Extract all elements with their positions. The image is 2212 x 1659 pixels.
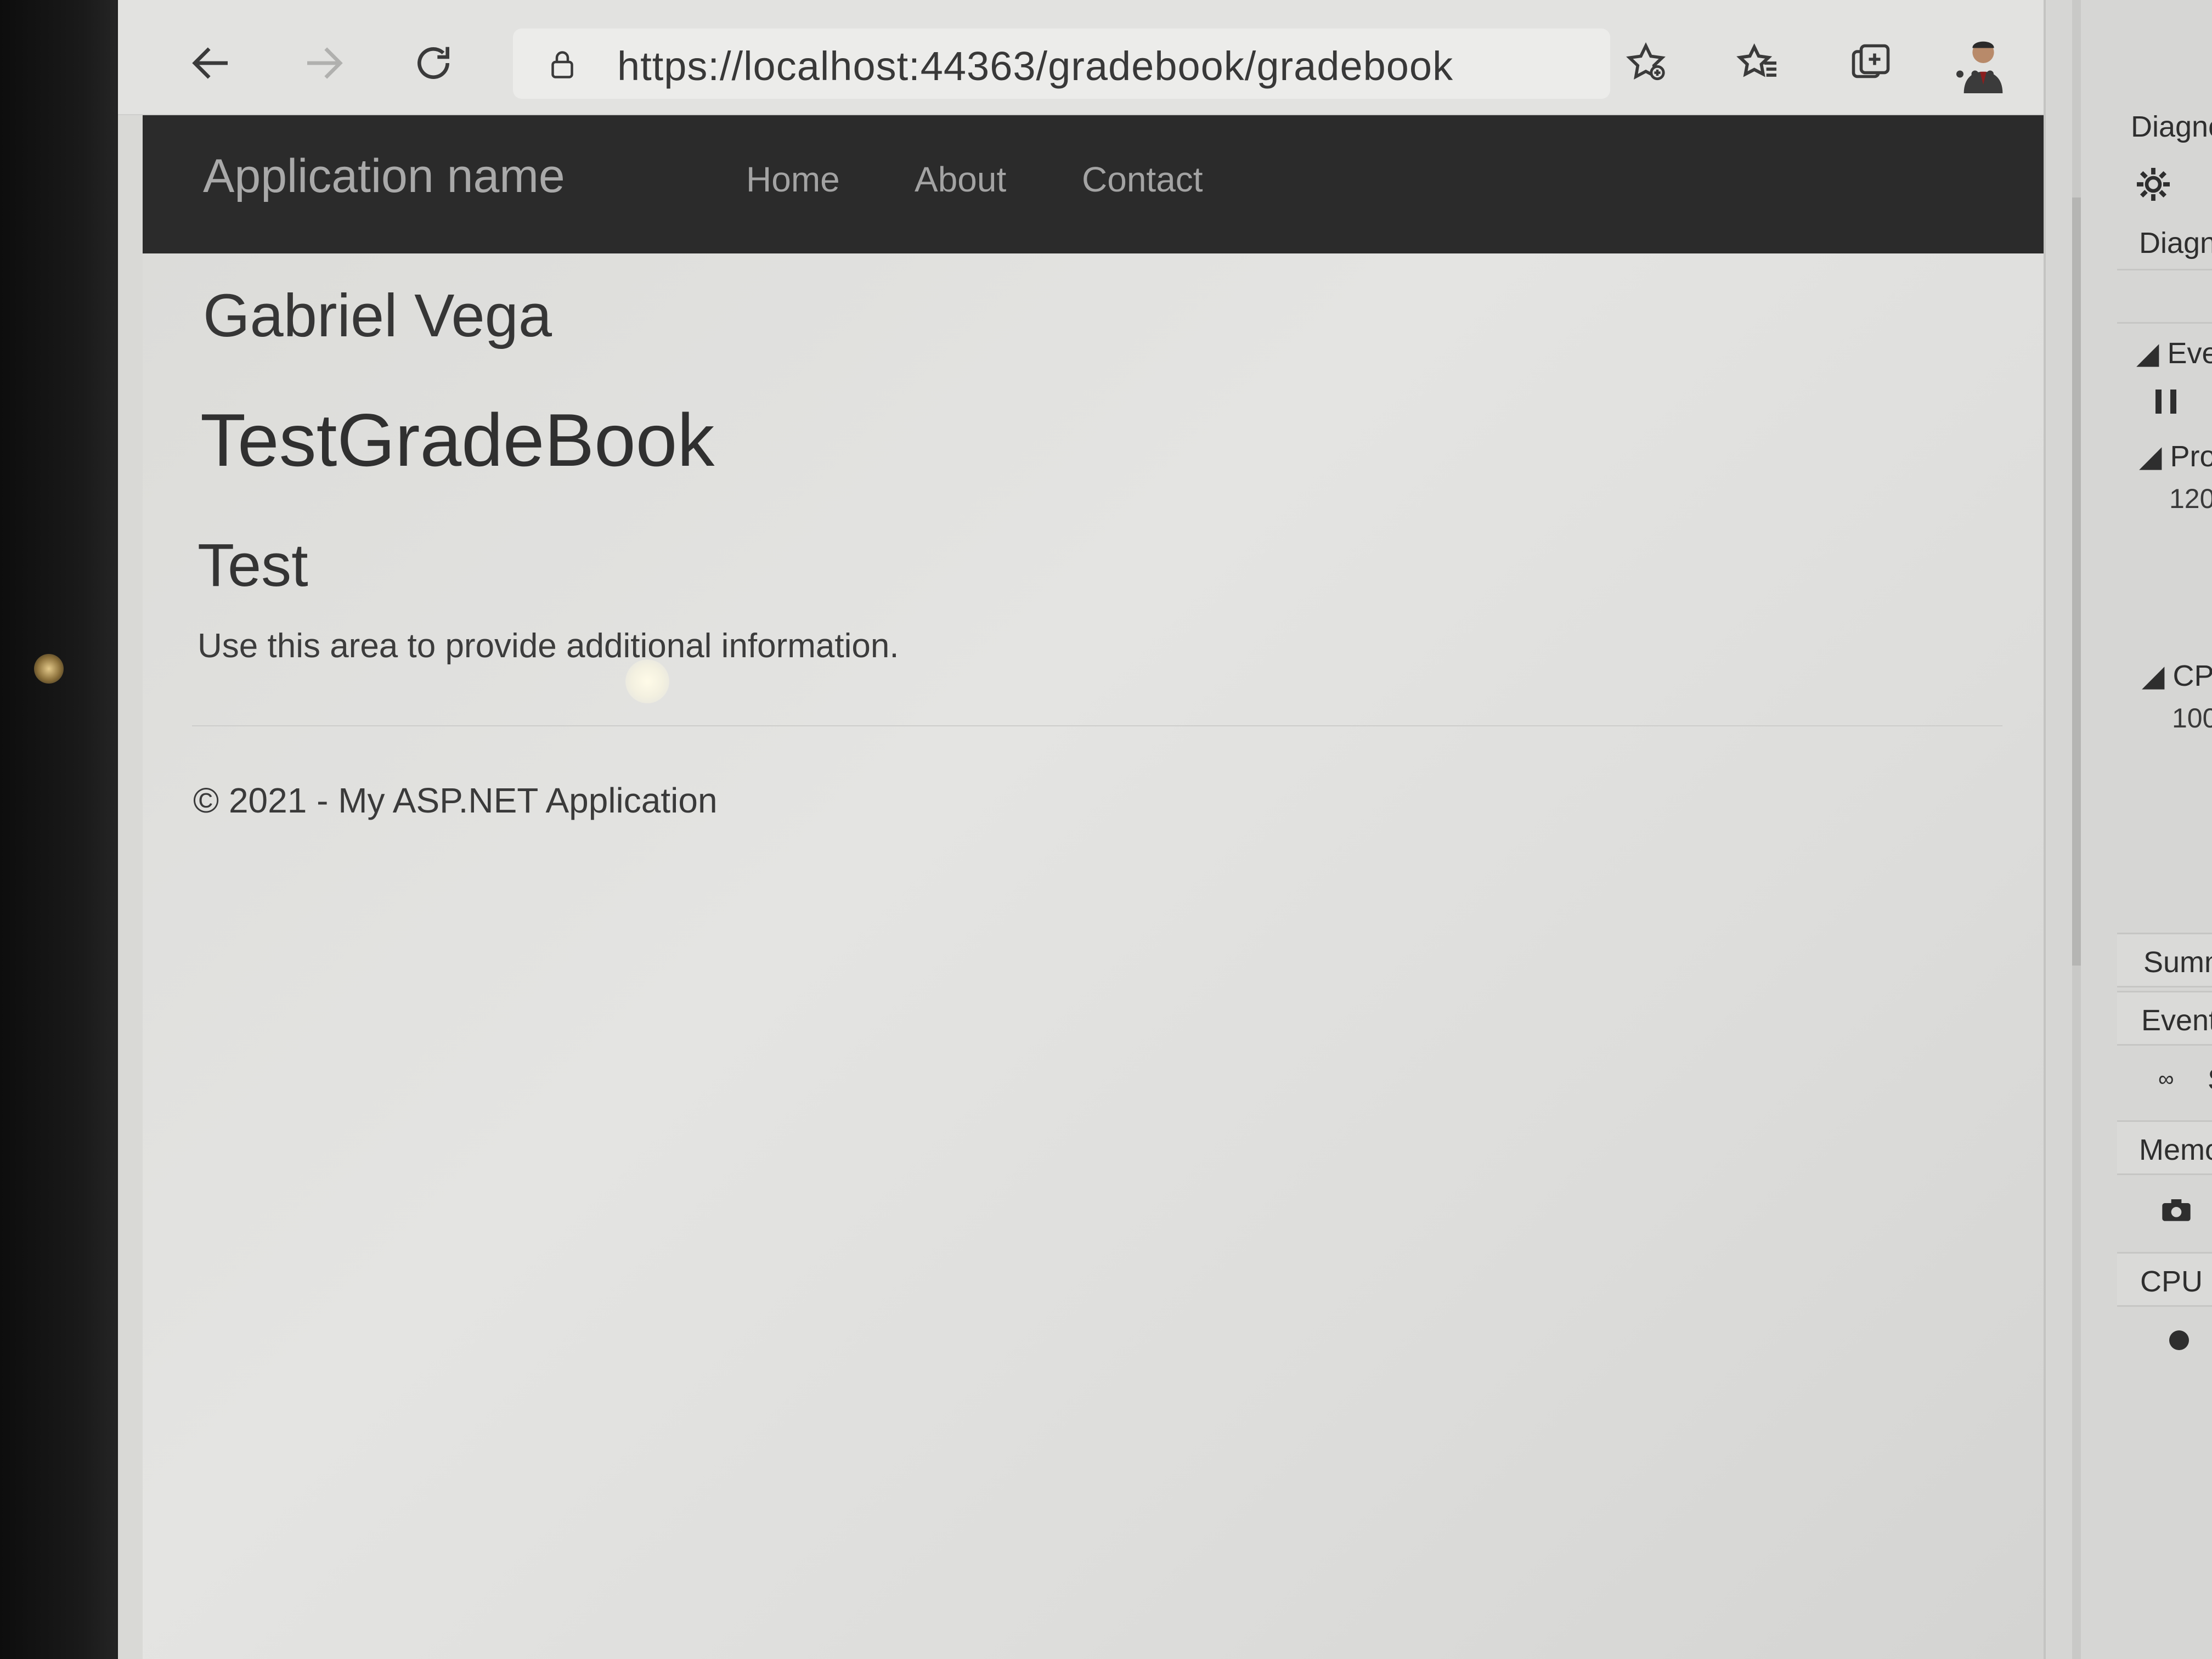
cpu-section-label: CPU (: [2172, 659, 2212, 692]
cpu-section-header[interactable]: ◢ CPU (: [2142, 658, 2212, 693]
diagnostics-panel: Diagnosti Diagnos 2 ◢ Events ◢ Proces 12…: [2044, 0, 2212, 1659]
tab-summary[interactable]: Summ: [2117, 933, 2212, 988]
refresh-icon: [417, 47, 449, 79]
screen: https://localhost:44363/gradebook/gradeb…: [118, 0, 2212, 1659]
lock-icon[interactable]: [546, 48, 579, 81]
process-memory-max: 120: [2169, 483, 2212, 514]
tab-events[interactable]: Events: [2117, 991, 2212, 1046]
nav-home-link[interactable]: Home: [746, 159, 840, 200]
address-bar[interactable]: https://localhost:44363/gradebook/gradeb…: [513, 29, 1610, 99]
footer-divider: [192, 725, 2002, 726]
panel-scrollbar-thumb[interactable]: [2072, 198, 2081, 966]
events-section-header[interactable]: ◢ Events: [2136, 336, 2212, 370]
brand-link[interactable]: Application name: [203, 149, 565, 204]
gradebook-title: TestGradeBook: [200, 398, 715, 482]
nav-about-link[interactable]: About: [915, 159, 1006, 200]
forward-button[interactable]: [294, 33, 354, 93]
settings-button[interactable]: [2134, 165, 2173, 207]
collections-button[interactable]: [1841, 33, 1901, 93]
process-memory-label: Proces: [2170, 440, 2212, 473]
cpu-usage-label: CPU U: [2140, 1265, 2212, 1298]
process-memory-header[interactable]: ◢ Proces: [2139, 439, 2212, 473]
tab-events-label: Events: [2141, 1004, 2212, 1037]
section-title: Test: [198, 532, 308, 599]
add-favorite-icon: [1626, 42, 1666, 81]
back-button[interactable]: [181, 33, 241, 93]
favorites-icon: [1736, 43, 1776, 77]
pause-icon[interactable]: [2155, 390, 2176, 414]
back-arrow-icon: [192, 47, 228, 79]
footer-copyright: © 2021 - My ASP.NET Application: [193, 781, 718, 820]
show-events-button[interactable]: ∞ Sl: [2158, 1063, 2212, 1096]
forward-arrow-icon: [307, 47, 343, 79]
more-button[interactable]: [1945, 44, 2005, 104]
cpu-usage-section[interactable]: CPU U: [2117, 1252, 2212, 1307]
site-navbar: Application name Home About Contact: [143, 115, 2044, 253]
screen-glare: [625, 659, 669, 703]
cpu-max: 100: [2172, 703, 2212, 733]
tab-summary-label: Summ: [2143, 946, 2212, 979]
show-events-label: Sl: [2208, 1063, 2212, 1097]
timeline-ruler[interactable]: 2: [2117, 269, 2212, 324]
collections-icon: [1852, 44, 1890, 78]
monitor-power-light: [34, 654, 64, 684]
diagnostics-title: Diagnosti: [2131, 110, 2212, 143]
url-text[interactable]: https://localhost:44363/gradebook/gradeb…: [617, 43, 1453, 89]
info-text: Use this area to provide additional info…: [198, 627, 899, 665]
memory-usage-section[interactable]: Memo: [2117, 1120, 2212, 1175]
camera-icon: [2162, 1199, 2191, 1221]
events-section-label: Events: [2167, 337, 2212, 370]
user-name-heading: Gabriel Vega: [203, 282, 552, 349]
more-icon: [1956, 70, 1994, 78]
photo-background: https://localhost:44363/gradebook/gradeb…: [0, 0, 2212, 1659]
diagnostics-session-label: Diagnos: [2139, 227, 2212, 259]
nav-contact-link[interactable]: Contact: [1082, 159, 1203, 200]
refresh-button[interactable]: [403, 33, 464, 93]
gear-icon: [2137, 168, 2170, 201]
record-button[interactable]: R: [2169, 1325, 2212, 1358]
browser-toolbar: https://localhost:44363/gradebook/gradeb…: [118, 0, 2044, 115]
memory-usage-label: Memo: [2139, 1133, 2212, 1166]
add-favorite-button[interactable]: [1616, 33, 1676, 93]
take-snapshot-button[interactable]: T: [2161, 1199, 2192, 1226]
record-icon: [2169, 1330, 2189, 1350]
page-body: Gabriel Vega TestGradeBook Test Use this…: [143, 253, 2044, 1659]
link-icon: ∞: [2158, 1067, 2174, 1091]
favorites-button[interactable]: [1728, 33, 1788, 93]
